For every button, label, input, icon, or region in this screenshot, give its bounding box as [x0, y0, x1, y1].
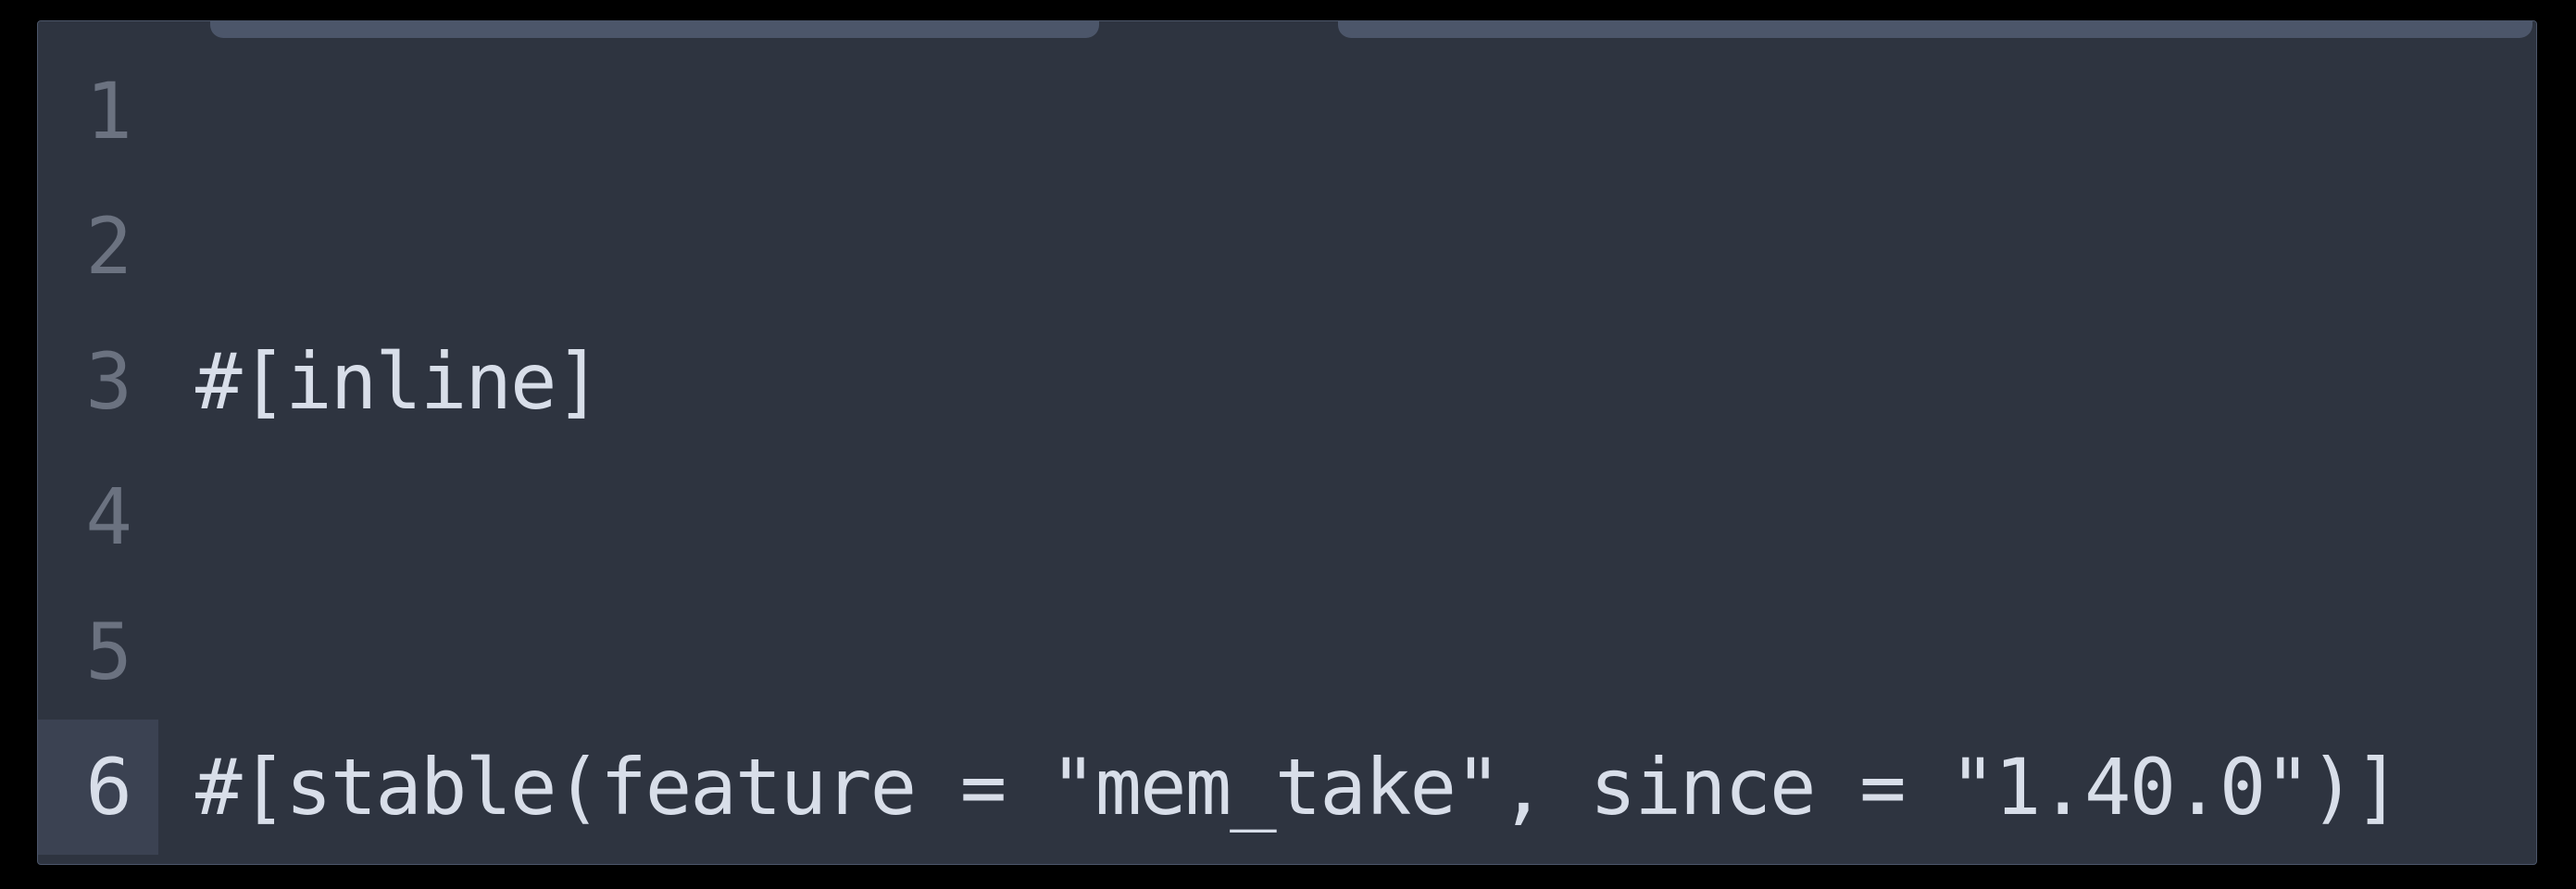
line-number: 4: [38, 449, 158, 584]
line-number: 3: [38, 314, 158, 449]
code-editor[interactable]: 1 2 3 4 5 6 #[inline] #[stable(feature =…: [38, 38, 2536, 864]
line-number: 2: [38, 179, 158, 314]
inactive-tab-indicator[interactable]: [1338, 21, 2532, 38]
code-line[interactable]: #[stable(feature = "mem_take", since = "…: [195, 720, 2536, 855]
tab-strip: [38, 21, 2536, 38]
line-number-gutter: 1 2 3 4 5 6: [38, 38, 158, 864]
editor-frame: 1 2 3 4 5 6 #[inline] #[stable(feature =…: [37, 20, 2537, 865]
line-number-current: 6: [38, 720, 158, 855]
active-tab-indicator[interactable]: [210, 21, 1099, 38]
line-number: 5: [38, 584, 158, 720]
line-number: 1: [38, 44, 158, 179]
code-line[interactable]: #[inline]: [195, 314, 2536, 449]
code-area[interactable]: #[inline] #[stable(feature = "mem_take",…: [158, 38, 2536, 864]
